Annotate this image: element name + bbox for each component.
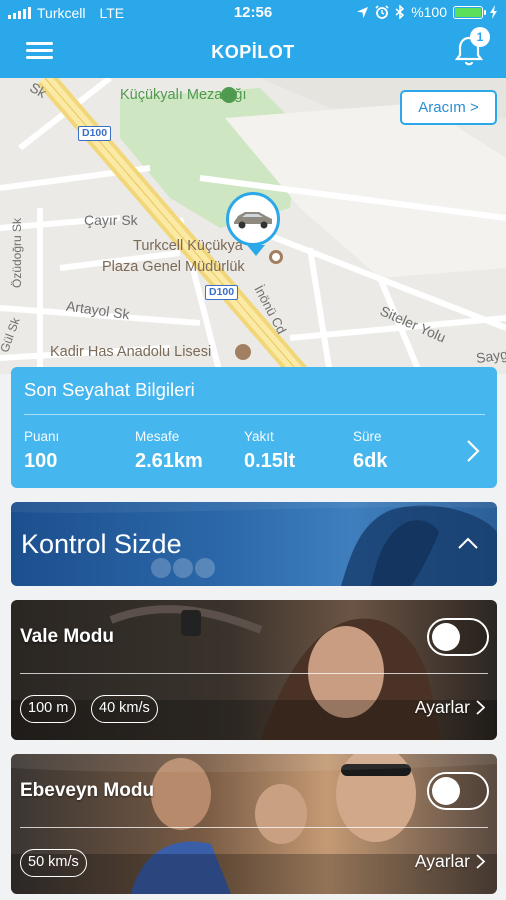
map-label-turkcell-1: Turkcell Küçükya [133, 238, 243, 254]
car-icon [234, 212, 272, 229]
parent-mode-card: Ebeveyn Modu 50 km/s Ayarlar [11, 754, 497, 894]
notification-badge: 1 [470, 27, 490, 47]
school-pin-icon [235, 344, 251, 360]
cemetery-pin-icon [221, 87, 237, 103]
chevron-right-icon[interactable] [465, 439, 481, 463]
valet-mode-photo [11, 600, 497, 740]
app-header: Turkcell LTE 12:56 %100 KOPİLOT 1 [0, 0, 506, 78]
stat-fuel-value: 0.15lt [244, 450, 296, 472]
valet-mode-divider [20, 673, 488, 674]
valet-settings-link[interactable]: Ayarlar [415, 697, 485, 718]
charging-bolt-icon [490, 5, 497, 19]
parent-mode-toggle[interactable] [427, 772, 489, 810]
status-right: %100 [356, 4, 498, 20]
stat-distance: Mesafe 2.61km [135, 429, 203, 473]
map-label-cayir: Çayır Sk [84, 212, 138, 228]
stat-score-value: 100 [24, 450, 58, 472]
parent-mode-title: Ebeveyn Modu [20, 780, 155, 801]
last-trip-title: Son Seyahat Bilgileri [24, 379, 195, 400]
road-shield-d100-mid: D100 [205, 285, 239, 300]
stat-distance-value: 2.61km [135, 450, 203, 472]
battery-icon [453, 5, 486, 19]
road-shield-d100-top: D100 [78, 126, 112, 141]
stat-duration-label: Süre [353, 429, 382, 444]
battery-fill [455, 7, 481, 17]
valet-mode-card: Vale Modu 100 m 40 km/s Ayarlar [11, 600, 497, 740]
parent-mode-divider [20, 827, 488, 828]
stat-score-label: Puanı [24, 429, 60, 444]
chevron-up-icon[interactable] [457, 536, 479, 550]
alarm-icon [375, 5, 389, 19]
status-bar: Turkcell LTE 12:56 %100 [0, 0, 506, 26]
battery-percent: %100 [411, 4, 447, 20]
last-trip-divider [24, 414, 485, 415]
toggle-knob [432, 777, 460, 805]
office-pin-icon [269, 250, 283, 264]
stat-distance-label: Mesafe [135, 429, 180, 444]
valet-distance-pill: 100 m [20, 695, 77, 723]
valet-settings-label: Ayarlar [414, 697, 470, 717]
car-location-marker[interactable] [226, 192, 280, 256]
stat-fuel-label: Yakıt [244, 429, 274, 444]
valet-mode-toggle[interactable] [427, 618, 489, 656]
chevron-right-icon [476, 854, 485, 869]
chevron-right-icon [476, 700, 485, 715]
page-title: KOPİLOT [211, 42, 295, 62]
stat-duration-value: 6dk [353, 450, 388, 472]
map-label-turkcell-2: Plaza Genel Müdürlük [102, 259, 245, 275]
parent-settings-label: Ayarlar [414, 851, 470, 871]
bluetooth-icon [395, 5, 405, 19]
last-trip-card[interactable]: Son Seyahat Bilgileri Puanı 100 Mesafe 2… [11, 367, 497, 488]
notifications-button[interactable]: 1 [454, 27, 490, 67]
toggle-knob [432, 623, 460, 651]
control-title: Kontrol Sizde [21, 529, 182, 559]
parent-speed-pill: 50 km/s [20, 849, 87, 877]
map-view[interactable]: Küçükyalı Mezarlığı Sk D100 Çayır Sk Tur… [0, 78, 506, 374]
location-arrow-icon [357, 6, 369, 18]
valet-mode-title: Vale Modu [20, 626, 114, 647]
stat-duration: Süre 6dk [353, 429, 387, 473]
stat-score: Puanı 100 [24, 429, 59, 473]
parent-mode-photo [11, 754, 497, 894]
valet-speed-pill: 40 km/s [91, 695, 158, 723]
parent-settings-link[interactable]: Ayarlar [415, 851, 485, 872]
my-car-button[interactable]: Aracım > [400, 90, 497, 125]
stat-fuel: Yakıt 0.15lt [244, 429, 295, 473]
control-banner[interactable]: Kontrol Sizde [11, 502, 497, 586]
map-label-ozudogru: Özüdoğru Sk [10, 217, 24, 288]
map-label-kadir-has: Kadir Has Anadolu Lisesi [50, 344, 212, 360]
